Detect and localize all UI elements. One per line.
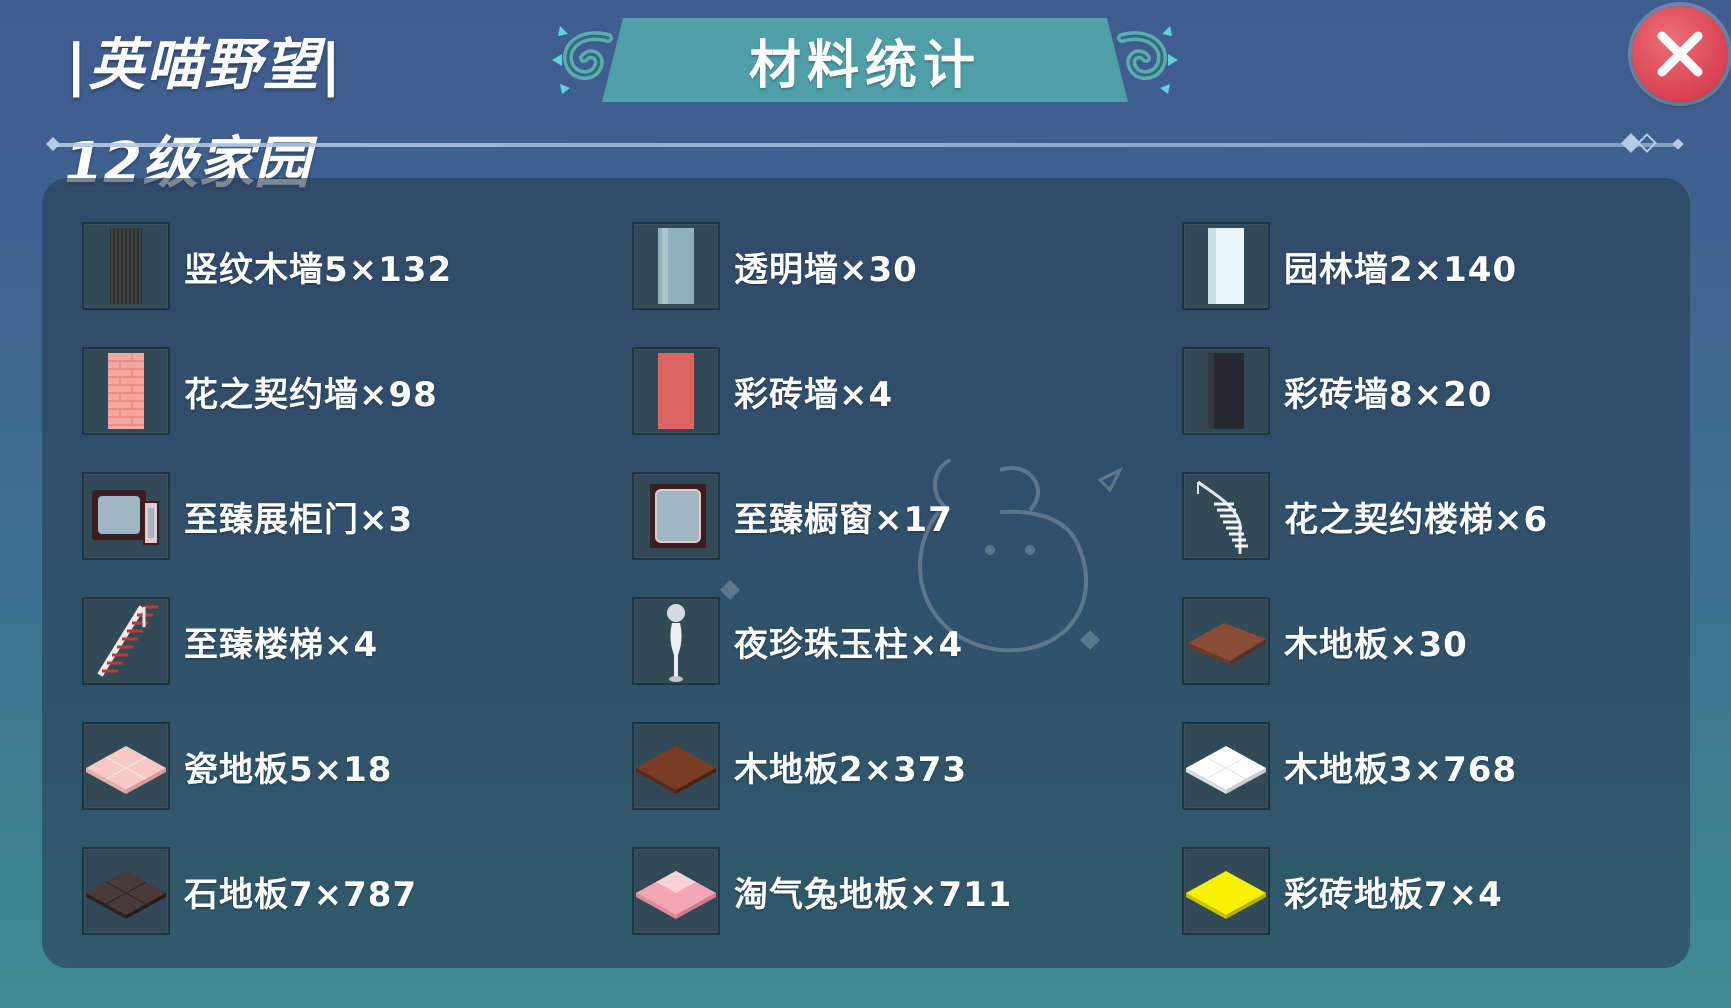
material-label: 夜珍珠玉柱×4 [734,624,964,665]
material-label: 彩砖墙8×20 [1284,374,1493,415]
material-label: 至臻楼梯×4 [184,624,379,665]
material-item: 木地板×30 [1182,595,1468,687]
material-label: 园林墙2×140 [1284,249,1518,290]
wood-floor-icon [1182,597,1270,685]
material-item: 花之契约楼梯×6 [1182,470,1548,562]
display-window-icon [632,472,720,560]
material-item: 园林墙2×140 [1182,220,1517,312]
material-item: 木地板3×768 [1182,720,1517,812]
material-label: 至臻橱窗×17 [734,499,953,540]
pink-brick-wall-icon [82,347,170,435]
material-item: 夜珍珠玉柱×4 [632,595,963,687]
material-item: 淘气兔地板×711 [632,845,1012,937]
close-icon [1657,31,1703,77]
divider-ornament-right-small [1672,138,1684,150]
material-item: 彩砖墙8×20 [1182,345,1492,437]
header-divider [52,143,1682,147]
material-item: 木地板2×373 [632,720,967,812]
display-cabinet-door-icon [82,472,170,560]
material-item: 透明墙×30 [632,220,918,312]
divider-ornament-left [45,136,61,152]
banner-title: 材料统计 [748,35,981,96]
material-label: 竖纹木墙5×132 [184,249,453,290]
dark-wood-floor-icon [632,722,720,810]
material-item: 花之契约墙×98 [82,345,438,437]
spiral-stairs-icon [1182,472,1270,560]
porcelain-floor-icon [82,722,170,810]
divider-ornament-right-outline [1637,133,1657,153]
material-label: 木地板3×768 [1284,749,1518,790]
stairs-icon [82,597,170,685]
close-button[interactable] [1632,6,1728,102]
material-label: 木地板×30 [1284,624,1468,665]
material-item: 至臻楼梯×4 [82,595,378,687]
garden-wall-icon [1182,222,1270,310]
dark-tile-wall-icon [1182,347,1270,435]
bunny-floor-icon [632,847,720,935]
material-label: 彩砖墙×4 [734,374,894,415]
material-label: 淘气兔地板×711 [734,874,1013,915]
red-tile-wall-icon [632,347,720,435]
pearl-pillar-icon [632,597,720,685]
material-label: 石地板7×787 [184,874,418,915]
material-label: 透明墙×30 [734,249,918,290]
material-item: 彩砖墙×4 [632,345,893,437]
material-item: 彩砖地板7×4 [1182,845,1503,937]
striped-wood-wall-icon [82,222,170,310]
stone-floor-icon [82,847,170,935]
material-label: 至臻展柜门×3 [184,499,414,540]
material-item: 石地板7×787 [82,845,417,937]
material-label: 花之契约楼梯×6 [1284,499,1549,540]
material-label: 彩砖地板7×4 [1284,874,1503,915]
material-label: 瓷地板5×18 [184,749,393,790]
material-label: 花之契约墙×98 [184,374,438,415]
material-item: 瓷地板5×18 [82,720,392,812]
white-floor-icon [1182,722,1270,810]
material-item: 至臻展柜门×3 [82,470,413,562]
material-item: 至臻橱窗×17 [632,470,953,562]
material-label: 木地板2×373 [734,749,968,790]
transparent-wall-icon [632,222,720,310]
material-item: 竖纹木墙5×132 [82,220,452,312]
yellow-tile-floor-icon [1182,847,1270,935]
player-name: |英喵野望| [66,33,343,98]
